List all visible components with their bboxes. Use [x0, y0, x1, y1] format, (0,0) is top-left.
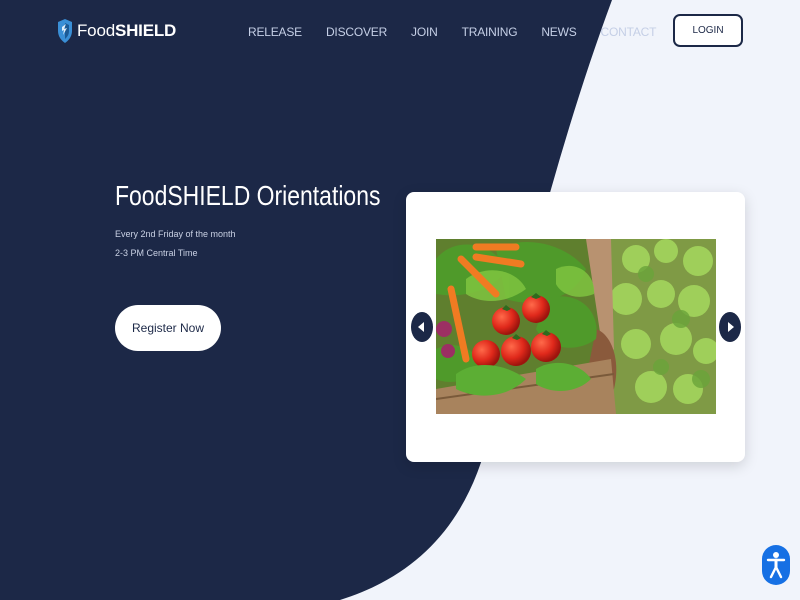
nav-item-contact[interactable]: CONTACT: [601, 25, 657, 39]
brand-name: FoodSHIELD: [77, 21, 177, 40]
carousel-prev-button[interactable]: [411, 312, 433, 342]
carousel-image: [436, 239, 716, 414]
vegetable-crate-photo: [436, 239, 716, 414]
accessibility-button[interactable]: [762, 545, 790, 585]
hero-title: FoodSHIELD Orientations: [115, 180, 381, 211]
chevron-left-icon: [418, 322, 424, 332]
shield-icon: [58, 19, 72, 43]
brand-logo[interactable]: FoodSHIELD: [57, 18, 176, 44]
hero-schedule-time: 2-3 PM Central Time: [115, 248, 198, 258]
nav-item-release[interactable]: RELEASE: [248, 25, 302, 39]
hero-schedule-day: Every 2nd Friday of the month: [115, 229, 236, 239]
main-nav: RELEASE DISCOVER JOIN TRAINING NEWS CONT…: [248, 25, 680, 39]
carousel-next-button[interactable]: [719, 312, 741, 342]
nav-item-news[interactable]: NEWS: [541, 25, 576, 39]
register-now-button[interactable]: Register Now: [115, 305, 221, 351]
chevron-right-icon: [728, 322, 734, 332]
nav-item-training[interactable]: TRAINING: [462, 25, 518, 39]
nav-item-discover[interactable]: DISCOVER: [326, 25, 387, 39]
login-button[interactable]: LOGIN: [673, 14, 743, 47]
site-header: FoodSHIELD RELEASE DISCOVER JOIN TRAININ…: [0, 0, 800, 64]
accessibility-icon: [766, 552, 786, 579]
nav-item-join[interactable]: JOIN: [411, 25, 438, 39]
